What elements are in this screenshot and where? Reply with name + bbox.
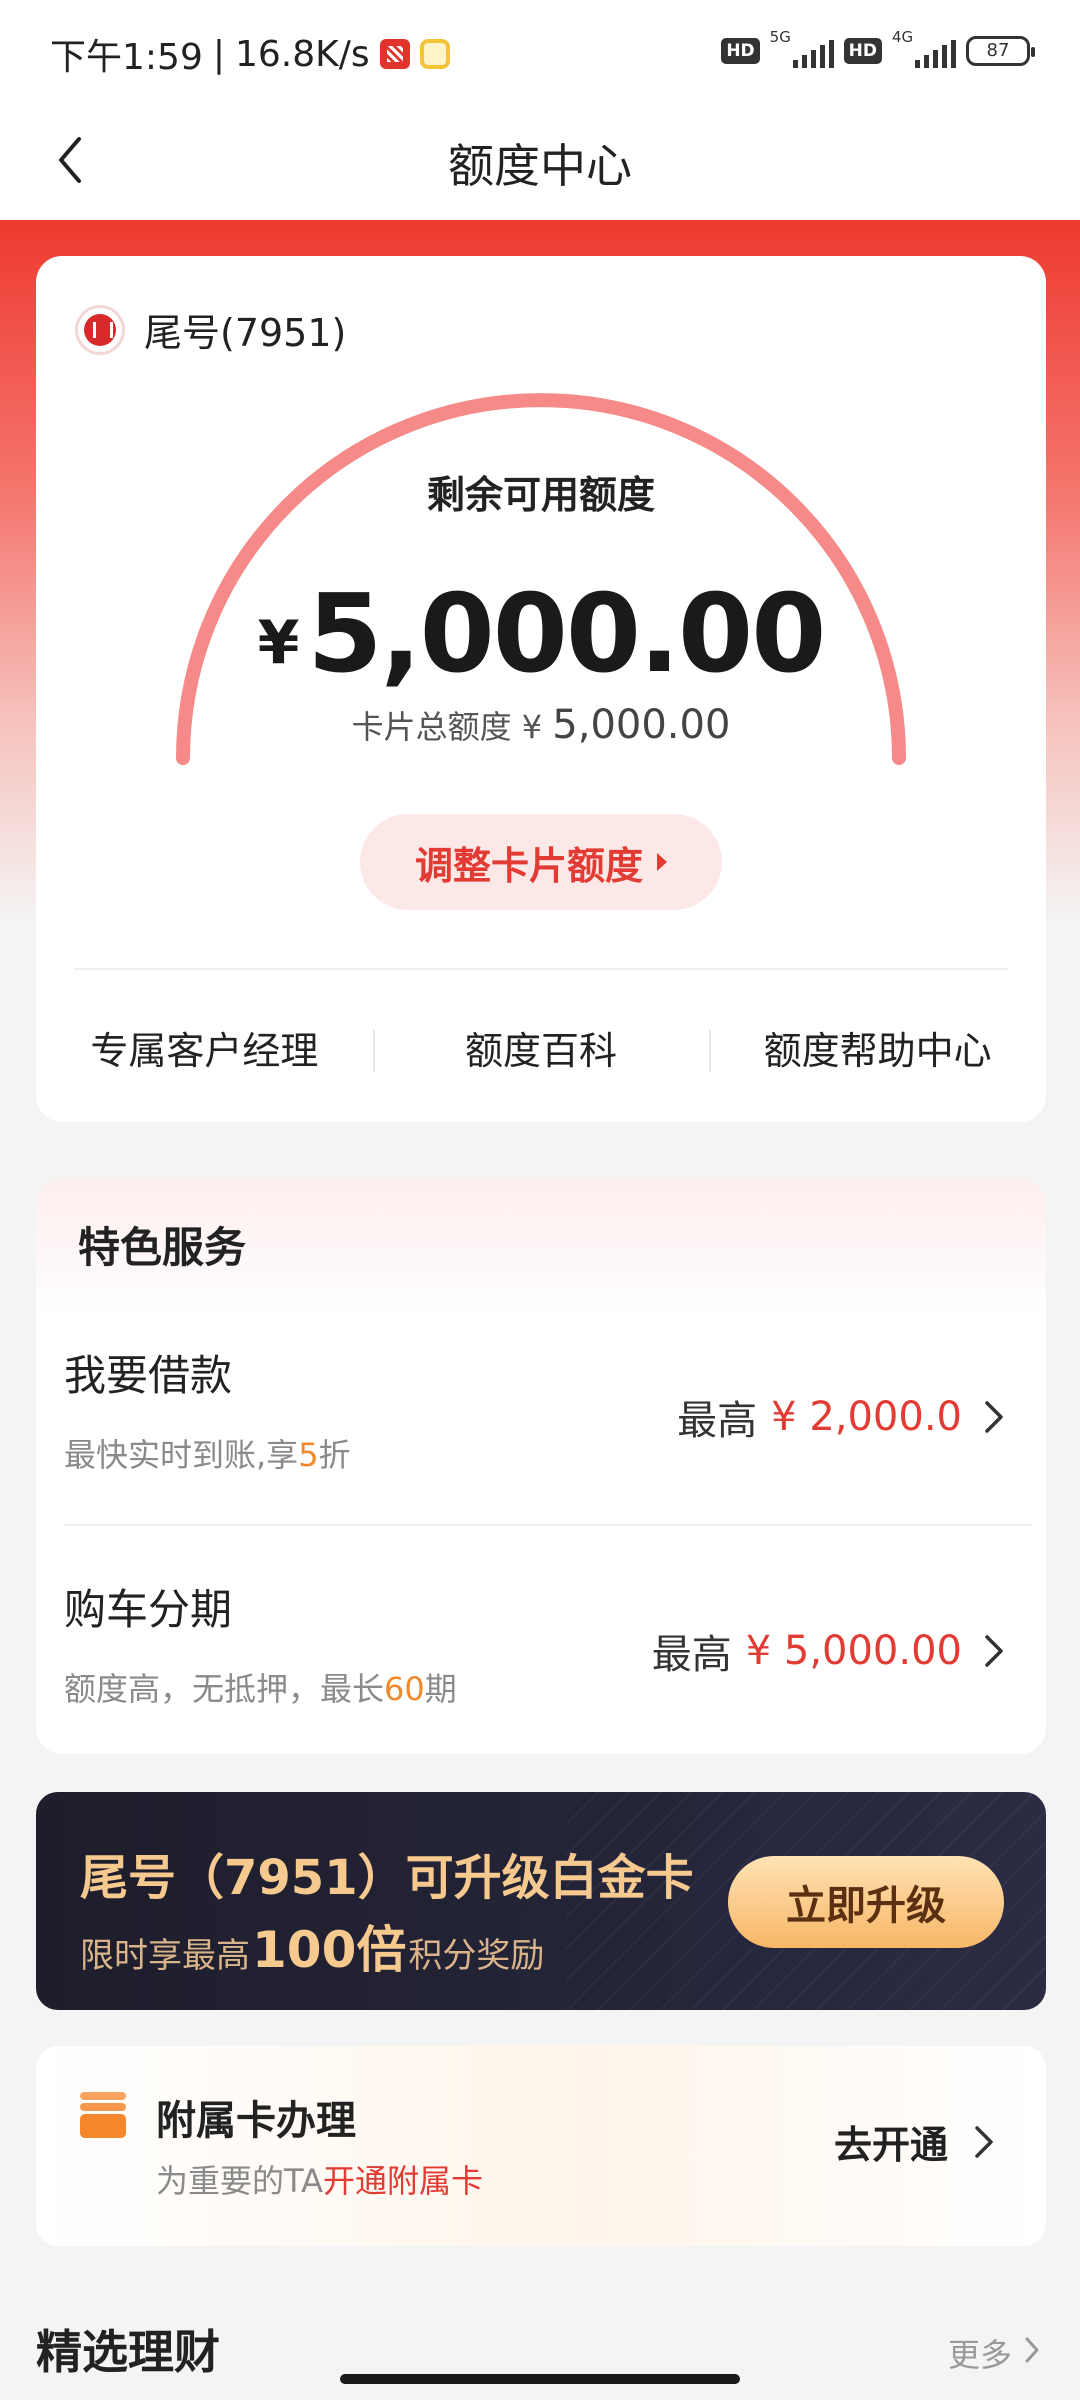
card-tail-number: 尾号(7951) (144, 311, 347, 355)
signal-4g-icon: 4G (892, 28, 956, 68)
section-title: 精选理财 (36, 2325, 220, 2379)
service-loan[interactable]: 我要借款 最快实时到账,享5折 最高 ¥ 2,000.0 (64, 1318, 1032, 1528)
signal-4g-label: 4G (892, 28, 914, 46)
supplementary-card-row[interactable]: 附属卡办理 为重要的TA开通附属卡 去开通 (36, 2046, 1046, 2246)
status-right: HD 5G HD 4G 87 (721, 28, 1035, 68)
message-notification-icon (419, 39, 450, 69)
link-limit-wiki[interactable]: 额度百科 (372, 1016, 710, 1086)
upgrade-now-button[interactable]: 立即升级 (728, 1856, 1004, 1948)
upgrade-title: 尾号（7951）可升级白金卡 (80, 1850, 694, 1906)
chevron-right-icon (976, 1399, 1012, 1435)
status-separator: | (212, 33, 225, 75)
max-amount: ¥ 5,000.00 (745, 1628, 962, 1674)
remaining-label: 剩余可用额度 (426, 473, 655, 517)
chevron-right-icon (1024, 2334, 1040, 2372)
signal-5g-icon: 5G (770, 28, 834, 68)
adjust-limit-label: 调整卡片额度 (414, 843, 643, 888)
total-limit-amount: 5,000.00 (552, 702, 731, 748)
status-bar: 下午1:59 | 16.8K/s HD 5G HD 4G 87 (0, 0, 1080, 100)
hd-badge-1: HD (721, 38, 760, 64)
link-account-manager[interactable]: 专属客户经理 (36, 1016, 373, 1086)
upgrade-banner[interactable]: 尾号（7951）可升级白金卡 限时享最高 100倍 积分奖励 立即升级 (36, 1792, 1046, 2010)
more-label: 更多 (947, 2336, 1012, 2374)
chevron-right-icon (976, 1633, 1012, 1669)
service-name: 我要借款 (64, 1351, 233, 1400)
service-desc: 最快实时到账,享5折 (64, 1436, 351, 1474)
remaining-amount-row: ¥5,000.00 (36, 572, 1046, 697)
triangle-right-icon (657, 853, 667, 871)
hd-badge-2: HD (843, 38, 882, 64)
service-max: 最高 ¥ 2,000.0 (677, 1388, 1012, 1446)
max-label: 最高 (651, 1632, 732, 1678)
max-amount: ¥ 2,000.0 (771, 1394, 962, 1440)
bank-logo-icon (78, 307, 122, 352)
home-indicator[interactable] (340, 2374, 740, 2384)
adjust-limit-button[interactable]: 调整卡片额度 (360, 814, 722, 910)
supplementary-action[interactable]: 去开通 (834, 2114, 1002, 2169)
status-speed: 16.8K/s (234, 33, 370, 75)
total-limit-row: 卡片总额度 ¥ 5,000.00 (36, 702, 1046, 748)
page-title: 额度中心 (448, 139, 632, 193)
battery-indicator: 87 (966, 36, 1035, 66)
supplementary-title: 附属卡办理 (156, 2098, 356, 2144)
credit-card-panel: 尾号(7951) 剩余可用额度 ¥5,000.00 卡片总额度 ¥ 5,000.… (36, 256, 1046, 1122)
card-header: 尾号(7951) (78, 302, 346, 357)
open-action-label: 去开通 (833, 2123, 948, 2167)
currency-symbol: ¥ (257, 608, 300, 678)
nav-bar: 额度中心 (0, 100, 1080, 220)
features-title: 特色服务 (78, 1223, 247, 1272)
divider (74, 968, 1008, 970)
link-limit-help-center[interactable]: 额度帮助中心 (709, 1016, 1046, 1086)
divider (64, 1524, 1032, 1526)
screen: 下午1:59 | 16.8K/s HD 5G HD 4G 87 额度中心 尾号(… (0, 0, 1080, 2400)
app-notification-icon (379, 39, 410, 69)
chevron-right-icon (966, 2124, 1002, 2160)
upgrade-subtitle: 限时享最高 100倍 积分奖励 (80, 1921, 545, 1979)
features-card: 特色服务 我要借款 最快实时到账,享5折 最高 ¥ 2,000.0 购车分期 额… (36, 1178, 1046, 1754)
service-desc: 额度高，无抵押，最长60期 (64, 1670, 457, 1708)
section-more-link[interactable]: 更多 (948, 2330, 1040, 2376)
status-left: 下午1:59 | 16.8K/s (50, 28, 450, 80)
service-car-installment[interactable]: 购车分期 额度高，无抵押，最长60期 最高 ¥ 5,000.00 (64, 1552, 1032, 1754)
supplementary-subtitle: 为重要的TA开通附属卡 (156, 2162, 483, 2200)
service-max: 最高 ¥ 5,000.00 (652, 1622, 1012, 1680)
quick-links: 专属客户经理 额度百科 额度帮助中心 (36, 1016, 1046, 1086)
total-limit-label: 卡片总额度 ¥ (351, 708, 543, 746)
service-name: 购车分期 (64, 1585, 233, 1634)
remaining-amount: 5,000.00 (307, 572, 826, 697)
max-label: 最高 (677, 1398, 758, 1444)
status-time: 下午1:59 (50, 37, 203, 78)
signal-5g-label: 5G (769, 28, 791, 46)
card-stack-icon (80, 2092, 126, 2138)
